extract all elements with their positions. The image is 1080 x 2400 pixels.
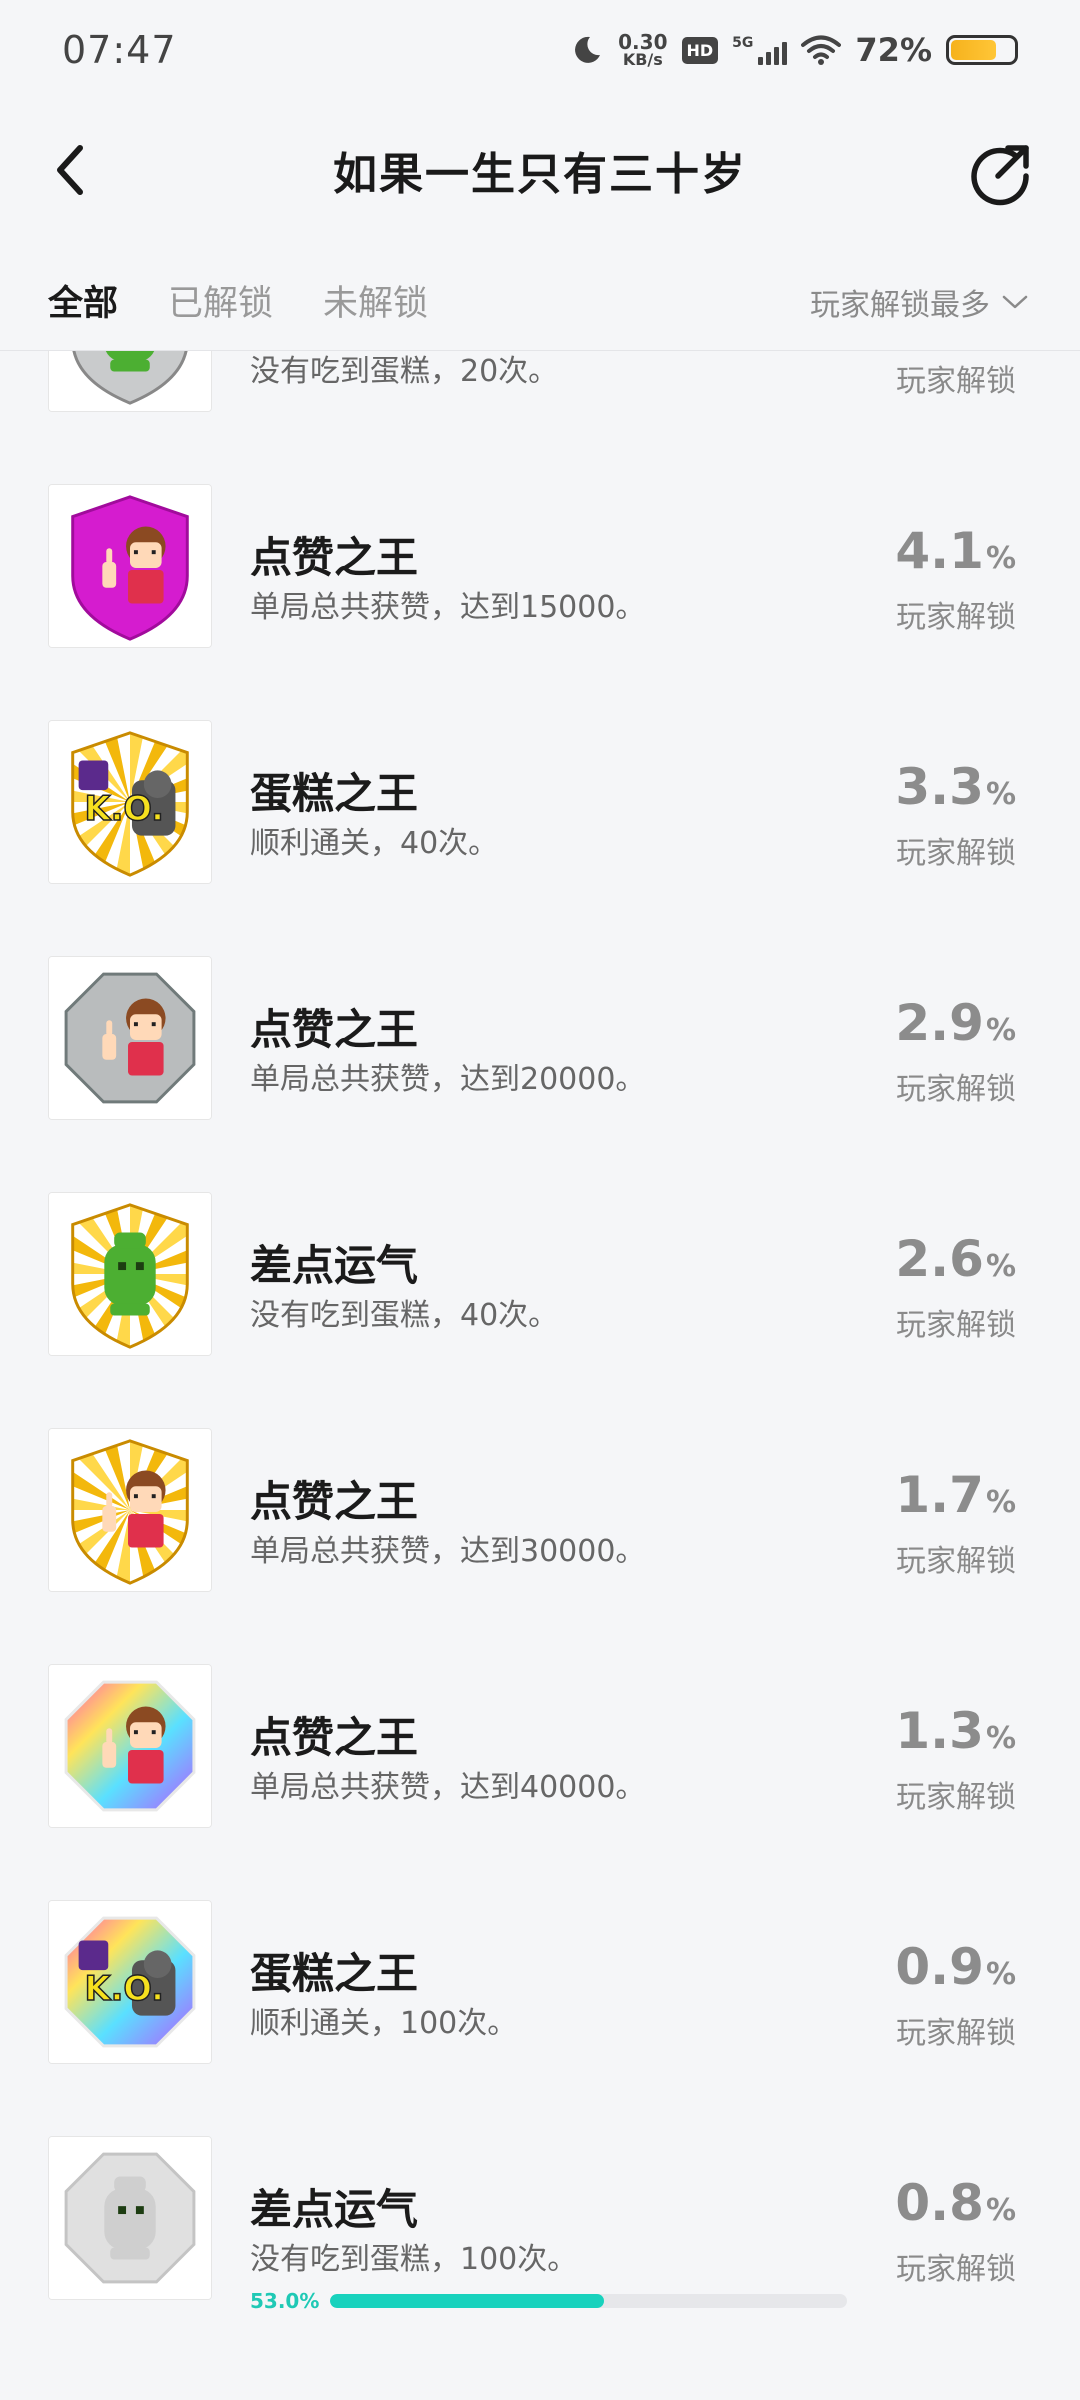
unlock-percent-value: 1.7 xyxy=(895,1466,984,1524)
filter-tabs: 全部 已解锁 未解锁 玩家解锁最多 xyxy=(0,250,1080,350)
unlock-percent-value: 3.3 xyxy=(895,758,984,816)
progress-track xyxy=(330,2294,847,2308)
sort-label: 玩家解锁最多 xyxy=(810,288,990,323)
unlock-percent: 4.1% xyxy=(895,522,1016,580)
unlock-label: 玩家解锁 xyxy=(896,1072,1016,1107)
achievement-item[interactable]: 点赞之王单局总共获赞，达到20000。 2.9% 玩家解锁 xyxy=(0,914,1080,1150)
cellular-signal-icon: 5G xyxy=(732,35,788,65)
unlock-percent: 1.7% xyxy=(895,1466,1016,1524)
achievement-description: 没有吃到蛋糕，40次。 xyxy=(250,1298,559,1333)
achievement-badge-icon xyxy=(48,2136,212,2300)
tab-locked[interactable]: 未解锁 xyxy=(323,275,428,326)
achievement-description: 单局总共获赞，达到20000。 xyxy=(250,1062,646,1097)
achievement-progress: 53.0% xyxy=(250,2289,847,2313)
svg-text:K.O.: K.O. xyxy=(85,1969,164,2008)
battery-percent: 72% xyxy=(855,31,932,69)
unlock-percent-value: 1.3 xyxy=(895,1702,984,1760)
achievement-item[interactable]: 没有吃到蛋糕，20次。 玩家解锁 xyxy=(0,351,1080,442)
achievement-title: 差点运气 xyxy=(250,2185,419,2234)
unlock-percent: 1.3% xyxy=(895,1702,1016,1760)
achievement-item[interactable]: 点赞之王单局总共获赞，达到15000。 4.1% 玩家解锁 xyxy=(0,442,1080,678)
battery-icon xyxy=(946,35,1018,65)
achievement-description: 单局总共获赞，达到15000。 xyxy=(250,590,646,625)
achievement-badge-icon: K.O. xyxy=(48,720,212,884)
back-button[interactable] xyxy=(50,140,110,200)
unlock-label: 玩家解锁 xyxy=(896,364,1016,399)
unlock-percent-sign: % xyxy=(985,1957,1016,1992)
unlock-percent-sign: % xyxy=(985,1721,1016,1756)
achievement-title: 点赞之王 xyxy=(250,533,419,582)
tab-unlocked[interactable]: 已解锁 xyxy=(168,275,273,326)
unlock-percent: 0.9% xyxy=(895,1938,1016,1996)
unlock-label: 玩家解锁 xyxy=(896,2016,1016,2051)
progress-percent: 53.0% xyxy=(250,2289,320,2313)
achievement-description: 没有吃到蛋糕，20次。 xyxy=(250,354,559,389)
achievement-badge-icon xyxy=(48,1192,212,1356)
achievement-badge-icon xyxy=(48,1428,212,1592)
sort-dropdown[interactable]: 玩家解锁最多 xyxy=(810,280,1028,324)
achievement-badge-icon: K.O. xyxy=(48,1900,212,2064)
unlock-percent-value: 2.6 xyxy=(895,1230,984,1288)
unlock-percent: 0.8% xyxy=(895,2174,1016,2232)
page-title: 如果一生只有三十岁 xyxy=(333,149,747,200)
unlock-percent-sign: % xyxy=(985,1249,1016,1284)
header-bar: 如果一生只有三十岁 xyxy=(0,110,1080,230)
unlock-percent-sign: % xyxy=(985,541,1016,576)
unlock-percent-sign: % xyxy=(985,777,1016,812)
unlock-percent-value: 0.9 xyxy=(895,1938,984,1996)
achievement-badge-icon xyxy=(48,484,212,648)
unlock-percent-value: 2.9 xyxy=(895,994,984,1052)
achievement-title: 差点运气 xyxy=(250,1241,419,1290)
status-bar: 07:47 0.30 KB/s HD 5G 72% xyxy=(0,0,1080,100)
unlock-label: 玩家解锁 xyxy=(896,1780,1016,1815)
chevron-down-icon xyxy=(1002,295,1028,309)
achievement-badge-icon xyxy=(48,1664,212,1828)
unlock-percent: 2.9% xyxy=(895,994,1016,1052)
unlock-label: 玩家解锁 xyxy=(896,836,1016,871)
chevron-left-icon xyxy=(57,145,83,195)
achievement-item[interactable]: K.O. 蛋糕之王顺利通关，100次。 0.9% 玩家解锁 xyxy=(0,1858,1080,2094)
tab-all[interactable]: 全部 xyxy=(48,275,118,326)
status-icons: 0.30 KB/s HD 5G 72% xyxy=(570,31,1018,69)
achievement-title: 点赞之王 xyxy=(250,1005,419,1054)
svg-text:K.O.: K.O. xyxy=(85,789,164,828)
unlock-label: 玩家解锁 xyxy=(896,1544,1016,1579)
share-button[interactable] xyxy=(968,140,1034,206)
achievement-title: 蛋糕之王 xyxy=(250,769,419,818)
unlock-percent-sign: % xyxy=(985,1013,1016,1048)
achievement-title: 点赞之王 xyxy=(250,1477,419,1526)
achievement-description: 单局总共获赞，达到40000。 xyxy=(250,1770,646,1805)
unlock-percent-sign: % xyxy=(985,1485,1016,1520)
achievement-item[interactable]: 点赞之王单局总共获赞，达到30000。 1.7% 玩家解锁 xyxy=(0,1386,1080,1622)
unlock-label: 玩家解锁 xyxy=(896,1308,1016,1343)
achievement-title: 点赞之王 xyxy=(250,1713,419,1762)
achievement-list[interactable]: 没有吃到蛋糕，20次。 玩家解锁 点赞之王 单局总共获赞，达到15000。 4.1% 玩… xyxy=(0,351,1080,2400)
achievement-item[interactable]: 点赞之王单局总共获赞，达到40000。 1.3% 玩家解锁 xyxy=(0,1622,1080,1858)
unlock-percent-sign: % xyxy=(985,2193,1016,2228)
unlock-percent: 3.3% xyxy=(895,758,1016,816)
unlock-label: 玩家解锁 xyxy=(896,2252,1016,2287)
status-time: 07:47 xyxy=(62,28,177,72)
achievement-description: 顺利通关，100次。 xyxy=(250,2006,518,2041)
achievement-badge-icon xyxy=(48,351,212,412)
achievement-badge-icon xyxy=(48,956,212,1120)
progress-fill xyxy=(330,2294,604,2308)
unlock-percent-value: 0.8 xyxy=(895,2174,984,2232)
achievement-title: 蛋糕之王 xyxy=(250,1949,419,1998)
unlock-percent-value: 4.1 xyxy=(895,522,984,580)
battery-fill xyxy=(951,40,996,60)
unlock-percent: 2.6% xyxy=(895,1230,1016,1288)
unlock-label: 玩家解锁 xyxy=(896,600,1016,635)
hd-icon: HD xyxy=(681,36,719,64)
achievement-description: 顺利通关，40次。 xyxy=(250,826,499,861)
achievement-item[interactable]: 差点运气没有吃到蛋糕，40次。 2.6% 玩家解锁 xyxy=(0,1150,1080,1386)
share-icon xyxy=(971,145,1029,206)
moon-icon xyxy=(575,36,601,63)
achievement-description: 单局总共获赞，达到30000。 xyxy=(250,1534,646,1569)
achievement-item[interactable]: K.O. 蛋糕之王顺利通关，40次。 3.3% 玩家解锁 xyxy=(0,678,1080,914)
net-speed: 0.30 KB/s xyxy=(618,30,668,69)
achievement-item[interactable]: 差点运气没有吃到蛋糕，100次。 0.8% 玩家解锁 53.0% xyxy=(0,2094,1080,2330)
wifi-icon xyxy=(801,35,842,65)
achievement-description: 没有吃到蛋糕，100次。 xyxy=(250,2242,578,2277)
